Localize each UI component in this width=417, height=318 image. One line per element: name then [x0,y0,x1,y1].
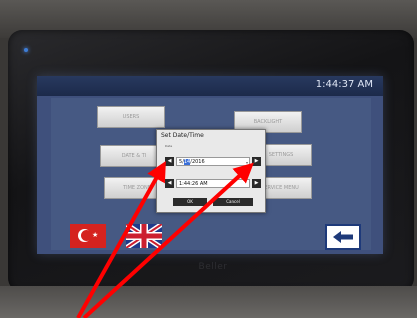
annotation-arrow-left [76,161,166,318]
annotation-arrow-right [82,162,254,318]
annotation-arrows [76,161,254,318]
